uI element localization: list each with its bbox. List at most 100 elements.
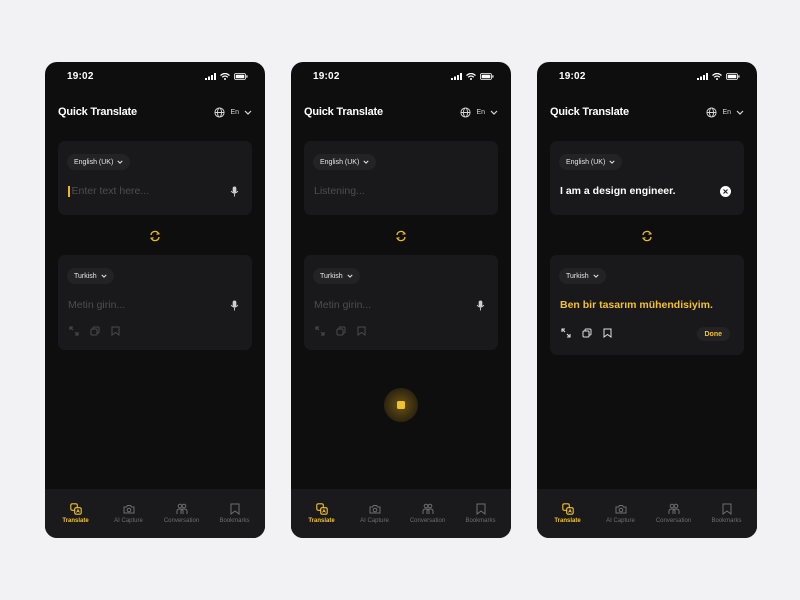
chevron-down-icon: [101, 274, 107, 278]
bookmark-icon[interactable]: [110, 325, 121, 336]
swap-languages-icon[interactable]: [395, 229, 407, 242]
source-language-dropdown[interactable]: English (UK): [313, 154, 377, 170]
source-text-input[interactable]: Enter text here...: [68, 185, 149, 197]
status-bar: 19:02: [67, 69, 248, 83]
swap-languages-icon[interactable]: [641, 229, 653, 242]
signal-icon: [697, 72, 708, 80]
bookmark-icon: [475, 503, 487, 515]
tab-conversation[interactable]: Conversation: [649, 503, 699, 524]
tab-conversation[interactable]: Conversation: [403, 503, 453, 524]
bookmark-icon: [229, 503, 241, 515]
source-card: English (UK) Enter text here...: [58, 141, 252, 215]
app-language-selector[interactable]: En: [706, 106, 744, 118]
tab-translate[interactable]: Translate: [51, 503, 101, 524]
translate-icon: [69, 503, 82, 515]
app-language-label: En: [722, 108, 731, 116]
target-placeholder: Metin girin...: [314, 299, 372, 311]
microphone-icon[interactable]: [226, 183, 242, 199]
conversation-icon: [422, 503, 434, 515]
expand-icon[interactable]: [314, 325, 325, 336]
app-header: Quick Translate En: [304, 104, 498, 120]
expand-icon[interactable]: [68, 325, 79, 336]
app-language-label: En: [230, 108, 239, 116]
source-language-dropdown[interactable]: English (UK): [67, 154, 131, 170]
bookmark-icon[interactable]: [356, 325, 367, 336]
globe-icon: [706, 106, 717, 118]
chevron-down-icon: [347, 274, 353, 278]
system-icons: [697, 72, 740, 80]
camera-icon: [123, 503, 135, 515]
app-language-selector[interactable]: En: [460, 106, 498, 118]
chevron-down-icon: [593, 274, 599, 278]
tab-label: Bookmarks: [219, 518, 250, 524]
target-card: Turkish Ben bir tasarım mühendisiyim. Do…: [550, 255, 744, 355]
status-time: 19:02: [313, 70, 340, 82]
bottom-tab-bar: Translate AI Capture Conversation Bookma…: [45, 489, 265, 538]
source-language-label: English (UK): [566, 158, 606, 166]
tab-conversation[interactable]: Conversation: [157, 503, 207, 524]
microphone-icon[interactable]: [226, 297, 242, 313]
source-language-label: English (UK): [74, 158, 114, 166]
app-language-selector[interactable]: En: [214, 106, 252, 118]
battery-icon: [726, 72, 740, 80]
bottom-tab-bar: Translate AI Capture Conversation Bookma…: [291, 489, 511, 538]
tab-bookmarks[interactable]: Bookmarks: [702, 503, 752, 524]
microphone-icon[interactable]: [472, 297, 488, 313]
target-language-label: Turkish: [566, 272, 589, 280]
bookmark-icon[interactable]: [602, 327, 613, 338]
source-card: English (UK) Listening...: [304, 141, 498, 215]
tab-bookmarks[interactable]: Bookmarks: [210, 503, 260, 524]
copy-icon[interactable]: [335, 325, 346, 336]
expand-icon[interactable]: [560, 327, 571, 338]
clear-text-button[interactable]: [720, 186, 731, 197]
target-language-dropdown[interactable]: Turkish: [559, 268, 606, 284]
tab-translate[interactable]: Translate: [543, 503, 593, 524]
status-bar: 19:02: [559, 69, 740, 83]
tab-label: Conversation: [655, 518, 692, 524]
app-header: Quick Translate En: [550, 104, 744, 120]
tab-bookmarks[interactable]: Bookmarks: [456, 503, 506, 524]
tab-translate[interactable]: Translate: [297, 503, 347, 524]
tab-label: Translate: [308, 518, 335, 524]
battery-icon: [234, 72, 248, 80]
tab-label: Translate: [554, 518, 581, 524]
chevron-down-icon: [117, 160, 123, 164]
app-header: Quick Translate En: [58, 104, 252, 120]
copy-icon[interactable]: [89, 325, 100, 336]
swap-languages-icon[interactable]: [149, 229, 161, 242]
target-language-dropdown[interactable]: Turkish: [67, 268, 114, 284]
target-actions: [560, 327, 613, 338]
close-icon: [723, 189, 728, 194]
status-bar: 19:02: [313, 69, 494, 83]
target-placeholder: Metin girin...: [68, 299, 126, 311]
stop-recording-button[interactable]: [384, 388, 418, 422]
tab-ai-capture[interactable]: AI Capture: [104, 503, 154, 524]
app-title: Quick Translate: [58, 106, 137, 118]
tab-label: Translate: [62, 518, 89, 524]
translate-icon: [315, 503, 328, 515]
source-text-input[interactable]: I am a design engineer.: [560, 185, 676, 197]
chevron-down-icon: [609, 160, 615, 164]
target-text-output: Ben bir tasarım mühendisiyim.: [560, 299, 713, 311]
phone-screen-empty: 19:02 Quick Translate En English (UK) En…: [45, 62, 265, 538]
done-button[interactable]: Done: [696, 327, 730, 341]
source-placeholder: Enter text here...: [71, 185, 150, 197]
source-language-dropdown[interactable]: English (UK): [559, 154, 623, 170]
phone-screen-translated: 19:02 Quick Translate En English (UK) I …: [537, 62, 757, 538]
chevron-down-icon: [363, 160, 369, 164]
tab-label: Conversation: [409, 518, 446, 524]
source-card: English (UK) I am a design engineer.: [550, 141, 744, 215]
signal-icon: [451, 72, 462, 80]
target-card: Turkish Metin girin...: [304, 255, 498, 350]
tab-ai-capture[interactable]: AI Capture: [350, 503, 400, 524]
battery-icon: [480, 72, 494, 80]
target-language-label: Turkish: [74, 272, 97, 280]
tab-ai-capture[interactable]: AI Capture: [596, 503, 646, 524]
wifi-icon: [220, 72, 230, 80]
chevron-down-icon: [490, 110, 498, 115]
target-language-dropdown[interactable]: Turkish: [313, 268, 360, 284]
source-text-input[interactable]: Listening...: [314, 185, 365, 197]
copy-icon[interactable]: [581, 327, 592, 338]
chevron-down-icon: [736, 110, 744, 115]
signal-icon: [205, 72, 216, 80]
